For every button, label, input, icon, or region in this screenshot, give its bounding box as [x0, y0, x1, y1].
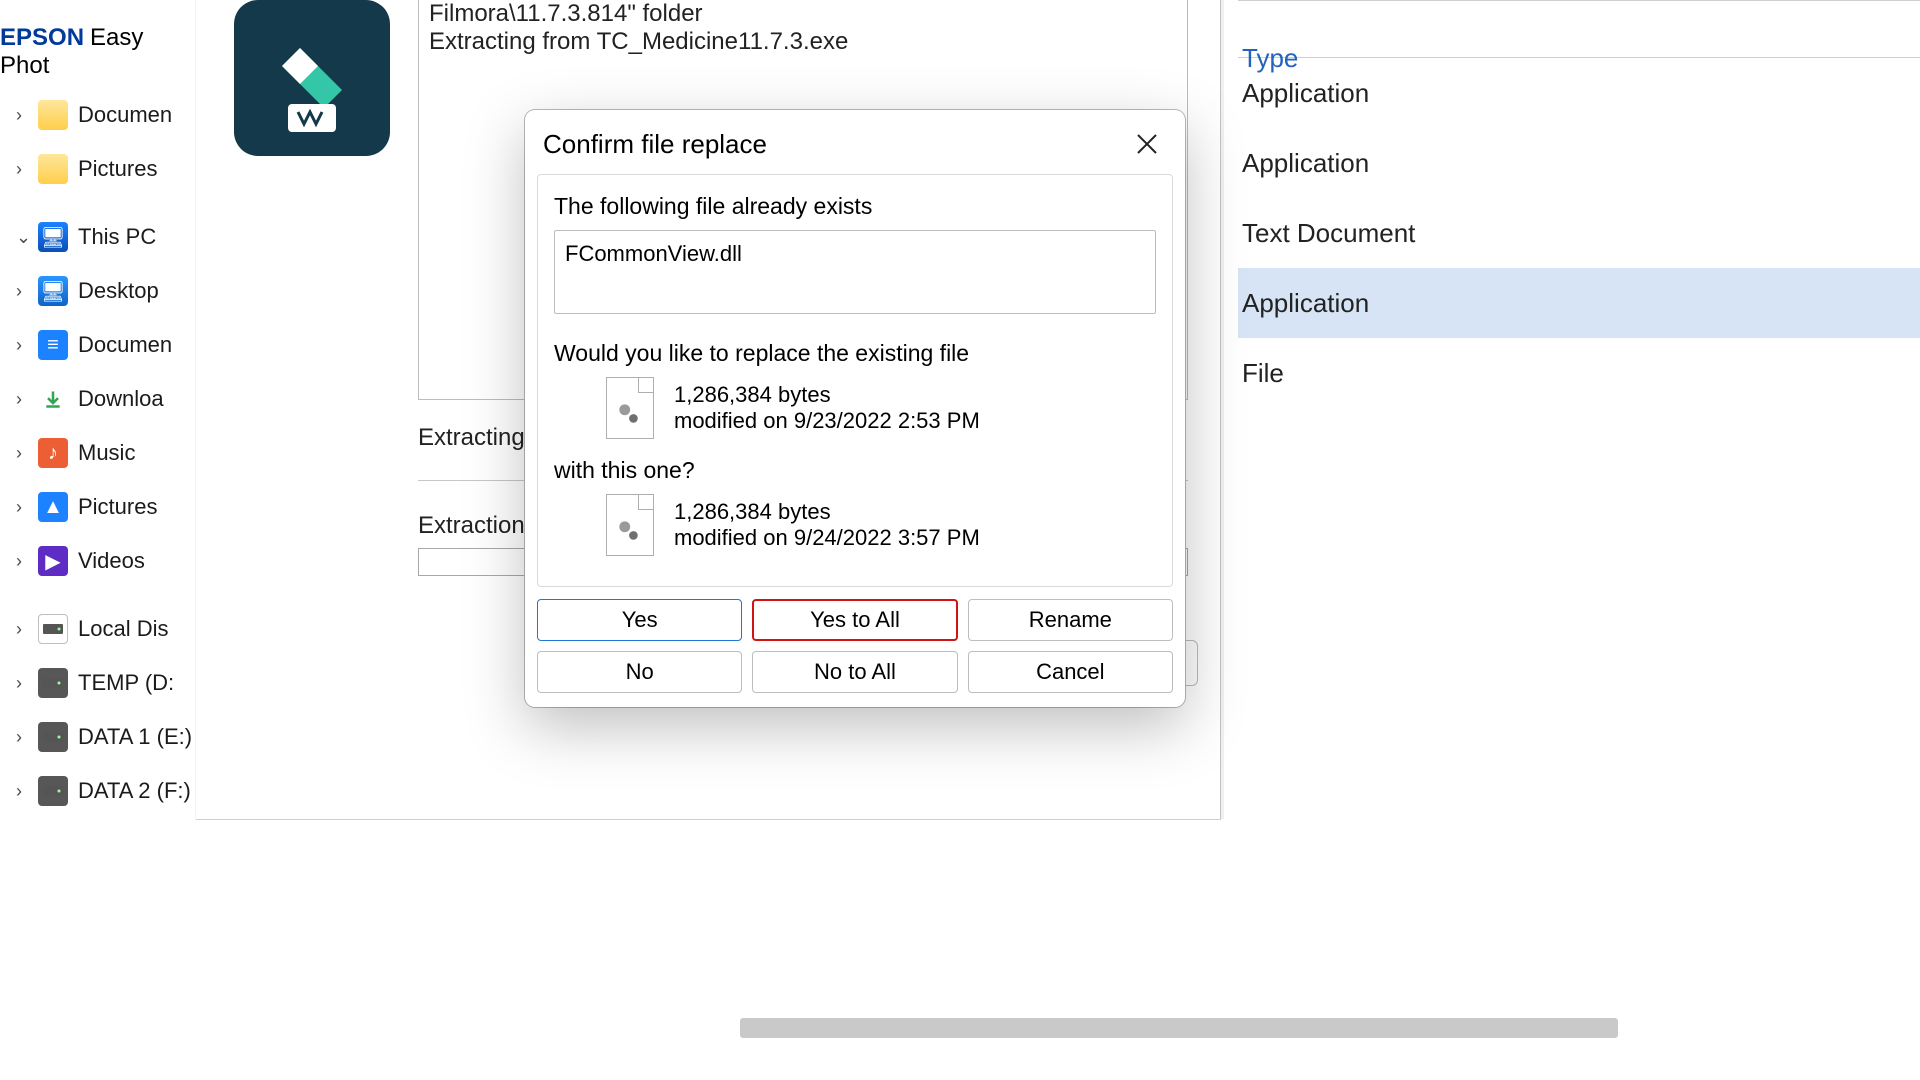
app-logo — [234, 0, 390, 156]
type-cell[interactable]: Application — [1238, 58, 1920, 128]
column-header-type[interactable]: Type — [1238, 0, 1920, 58]
doc-icon: ≡ — [38, 330, 68, 360]
file-list-type-column: Type ApplicationApplicationText Document… — [1238, 0, 1920, 820]
tree-item-label: DATA 1 (E:) — [78, 724, 192, 750]
no-to-all-button[interactable]: No to All — [752, 651, 957, 693]
tree-item[interactable]: › DATA 2 (F:) — [0, 764, 195, 818]
chevron-right-icon: › — [16, 105, 28, 126]
gear-icon — [615, 517, 641, 543]
chevron-right-icon: › — [16, 389, 28, 410]
tree-item[interactable]: › Downloa — [0, 372, 195, 426]
incoming-modified: modified on 9/24/2022 3:57 PM — [674, 525, 980, 551]
wondershare-mark-icon — [288, 104, 336, 132]
tree-item[interactable]: ⌄ 🖥 This PC — [0, 210, 195, 264]
brand: EPSONEasy Phot — [0, 0, 195, 88]
message-exists: The following file already exists — [554, 193, 1156, 220]
confirm-replace-dialog: Confirm file replace The following file … — [525, 110, 1185, 707]
cancel-button[interactable]: Cancel — [968, 651, 1173, 693]
explorer-nav-tree: EPSONEasy Phot › Documen › Pictures ⌄ 🖥 This P… — [0, 0, 196, 820]
message-with: with this one? — [554, 457, 1156, 484]
desk-icon: 🖥 — [38, 276, 68, 306]
tree-item-label: Videos — [78, 548, 145, 574]
tree-item[interactable]: › DATA 1 (E:) — [0, 710, 195, 764]
tree-item-label: Local Dis — [78, 616, 168, 642]
log-line: Filmora\11.7.3.814" folder — [429, 0, 1177, 28]
existing-file-row: 1,286,384 bytes modified on 9/23/2022 2:… — [606, 377, 1156, 439]
horizontal-scrollbar-track[interactable] — [356, 1030, 1456, 1062]
yes-button[interactable]: Yes — [537, 599, 742, 641]
dialog-title: Confirm file replace — [543, 129, 767, 160]
tree-item-label: DATA 2 (F:) — [78, 778, 191, 804]
close-button[interactable] — [1127, 124, 1167, 164]
tree-item-label: Music — [78, 440, 135, 466]
chevron-right-icon: › — [16, 619, 28, 640]
chevron-right-icon: › — [16, 781, 28, 802]
existing-size: 1,286,384 bytes — [674, 382, 980, 408]
drivew-icon — [38, 614, 68, 644]
tree-item-label: This PC — [78, 224, 156, 250]
no-button[interactable]: No — [537, 651, 742, 693]
tree-item[interactable]: › ≡ Documen — [0, 318, 195, 372]
yes-to-all-button[interactable]: Yes to All — [752, 599, 957, 641]
rename-button[interactable]: Rename — [968, 599, 1173, 641]
chevron-down-icon: ⌄ — [16, 227, 28, 248]
type-cell[interactable]: File — [1238, 338, 1920, 408]
tree-item-label: TEMP (D: — [78, 670, 174, 696]
tree-item[interactable]: › TEMP (D: — [0, 656, 195, 710]
tree-item-label: Downloa — [78, 386, 164, 412]
chevron-right-icon: › — [16, 281, 28, 302]
tree-item[interactable]: › 🖥 Desktop — [0, 264, 195, 318]
brand-text: EPSON — [0, 24, 84, 51]
chevron-right-icon: › — [16, 497, 28, 518]
dl-icon — [38, 384, 68, 414]
incoming-file-row: 1,286,384 bytes modified on 9/24/2022 3:… — [606, 494, 1156, 556]
tree-item-label: Desktop — [78, 278, 159, 304]
file-icon — [606, 494, 654, 556]
tree-item-label: Pictures — [78, 494, 157, 520]
existing-modified: modified on 9/23/2022 2:53 PM — [674, 408, 980, 434]
horizontal-scrollbar-thumb[interactable] — [740, 1018, 1618, 1038]
drive-icon — [38, 722, 68, 752]
tree-item[interactable]: › Pictures — [0, 142, 195, 196]
file-icon — [606, 377, 654, 439]
chevron-right-icon: › — [16, 159, 28, 180]
tree-item[interactable]: › Documen — [0, 88, 195, 142]
log-line: Extracting from TC_Medicine11.7.3.exe — [429, 28, 1177, 56]
tree-item[interactable]: › ♪ Music — [0, 426, 195, 480]
pic-icon: ▲ — [38, 492, 68, 522]
tree-item[interactable]: › ▶ Videos — [0, 534, 195, 588]
pc-icon: 🖥 — [38, 222, 68, 252]
folder-icon — [38, 154, 68, 184]
message-replace: Would you like to replace the existing f… — [554, 340, 1156, 367]
drive-icon — [38, 668, 68, 698]
chevron-right-icon: › — [16, 443, 28, 464]
tree-item[interactable]: › ▲ Pictures — [0, 480, 195, 534]
type-cell[interactable]: Application — [1238, 268, 1920, 338]
type-cell[interactable]: Application — [1238, 128, 1920, 198]
chevron-right-icon: › — [16, 727, 28, 748]
chevron-right-icon: › — [16, 551, 28, 572]
music-icon: ♪ — [38, 438, 68, 468]
drive-icon — [38, 776, 68, 806]
type-cell[interactable]: Text Document — [1238, 198, 1920, 268]
filename: FCommonView.dll — [565, 241, 742, 266]
chevron-right-icon: › — [16, 335, 28, 356]
tree-item-label: Documen — [78, 102, 172, 128]
chevron-right-icon: › — [16, 673, 28, 694]
tree-item-label: Pictures — [78, 156, 157, 182]
tree-item-label: Documen — [78, 332, 172, 358]
vid-icon: ▶ — [38, 546, 68, 576]
close-icon — [1135, 132, 1159, 156]
folder-icon — [38, 100, 68, 130]
gear-icon — [615, 400, 641, 426]
filename-field: FCommonView.dll — [554, 230, 1156, 314]
incoming-size: 1,286,384 bytes — [674, 499, 980, 525]
tree-item[interactable]: › Local Dis — [0, 602, 195, 656]
